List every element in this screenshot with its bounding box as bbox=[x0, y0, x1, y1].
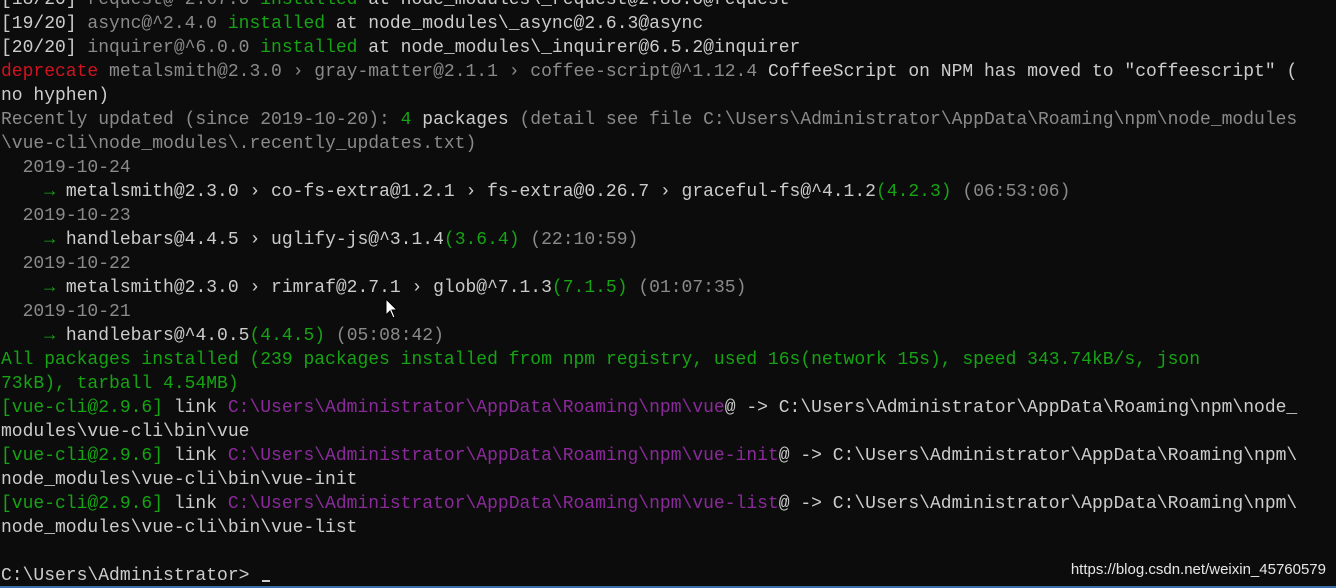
terminal-text-segment: C:\Users\Administrator> bbox=[1, 566, 250, 586]
terminal-line: node_modules\vue-cli\bin\vue-list bbox=[1, 516, 1335, 540]
terminal-text-segment: at node_modules\_request@2.88.0@request bbox=[368, 0, 790, 10]
terminal-text-segment: 2019-10-22 bbox=[1, 254, 131, 274]
text-cursor bbox=[262, 580, 270, 582]
terminal-text-segment: → bbox=[1, 182, 66, 202]
terminal-text-segment: → bbox=[1, 326, 66, 346]
terminal-text-segment: @ -> C:\Users\Administrator\AppData\Roam… bbox=[778, 446, 1298, 466]
terminal-text-segment: (01:07:35) bbox=[627, 278, 747, 298]
terminal-line: modules\vue-cli\bin\vue bbox=[1, 420, 1335, 444]
terminal-text-segment: C:\Users\Administrator\AppData\Roaming\n… bbox=[227, 398, 725, 418]
terminal-text-segment: 73kB), tarball 4.54MB) bbox=[1, 374, 239, 394]
terminal-line: [18/20] request@^2.67.0 installed at nod… bbox=[1, 0, 1335, 12]
terminal-text-segment: request@^2.67.0 bbox=[87, 0, 261, 10]
terminal-line: [vue-cli@2.9.6] link C:\Users\Administra… bbox=[1, 396, 1335, 420]
terminal-text-segment: metalsmith@2.3.0 › rimraf@2.7.1 › glob@^… bbox=[65, 278, 552, 298]
terminal-text-segment: All packages installed (239 packages ins… bbox=[1, 350, 1200, 370]
terminal-line: no hyphen) bbox=[1, 84, 1335, 108]
terminal-text-segment: handlebars@4.4.5 › uglify-js@^3.1.4 bbox=[65, 230, 444, 250]
terminal-text-segment: \vue-cli\node_modules\.recently_updates.… bbox=[1, 134, 477, 154]
terminal-text-segment: (4.2.3) bbox=[875, 182, 952, 202]
terminal-line: → metalsmith@2.3.0 › rimraf@2.7.1 › glob… bbox=[1, 276, 1335, 300]
terminal-line: → handlebars@4.4.5 › uglify-js@^3.1.4(3.… bbox=[1, 228, 1335, 252]
terminal-text-segment: → bbox=[1, 230, 66, 250]
terminal-text-segment: (3.6.4) bbox=[443, 230, 520, 250]
terminal-text-segment: (4.4.5) bbox=[249, 326, 326, 346]
terminal-text-segment: (05:08:42) bbox=[325, 326, 444, 346]
terminal-text-segment: (06:53:06) bbox=[951, 182, 1071, 202]
terminal-line: 2019-10-21 bbox=[1, 300, 1335, 324]
terminal-line: [vue-cli@2.9.6] link C:\Users\Administra… bbox=[1, 492, 1335, 516]
terminal-text-segment: link bbox=[173, 494, 228, 514]
watermark: https://blog.csdn.net/weixin_45760579 bbox=[1070, 561, 1326, 578]
terminal-text-segment: deprecate bbox=[1, 62, 110, 82]
terminal-text-segment: metalsmith@2.3.0 › co-fs-extra@1.2.1 › f… bbox=[65, 182, 876, 202]
terminal-text-segment: handlebars@^4.0.5 bbox=[65, 326, 250, 346]
terminal-line: node_modules\vue-cli\bin\vue-init bbox=[1, 468, 1335, 492]
terminal-text-segment: C:\Users\Administrator\AppData\Roaming\n… bbox=[227, 494, 779, 514]
terminal-text-segment: (22:10:59) bbox=[519, 230, 639, 250]
terminal-text-segment: metalsmith@2.3.0 › gray-matter@2.1.1 › c… bbox=[109, 62, 768, 82]
terminal-text-segment: link bbox=[173, 446, 228, 466]
terminal-text-segment: 4 bbox=[400, 110, 423, 130]
terminal-line: deprecate metalsmith@2.3.0 › gray-matter… bbox=[1, 60, 1335, 84]
terminal-line: Recently updated (since 2019-10-20): 4 p… bbox=[1, 108, 1335, 132]
terminal-text-segment: installed bbox=[260, 0, 369, 10]
terminal-text-segment: [vue-cli@2.9.6] bbox=[1, 446, 174, 466]
terminal-line: [20/20] inquirer@^6.0.0 installed at nod… bbox=[1, 36, 1335, 60]
terminal-line: → handlebars@^4.0.5(4.4.5) (05:08:42) bbox=[1, 324, 1335, 348]
terminal-line: [19/20] async@^2.4.0 installed at node_m… bbox=[1, 12, 1335, 36]
terminal-text-segment: (detail see file C:\Users\Administrator\… bbox=[519, 110, 1298, 130]
terminal-text-segment: installed bbox=[227, 14, 336, 34]
terminal-text-segment: link bbox=[173, 398, 228, 418]
terminal-line: 2019-10-24 bbox=[1, 156, 1335, 180]
terminal-text-segment: async@^2.4.0 bbox=[87, 14, 228, 34]
terminal-text-segment: installed bbox=[260, 38, 369, 58]
terminal-text-segment: [19/20] bbox=[1, 14, 88, 34]
terminal-line: 2019-10-23 bbox=[1, 204, 1335, 228]
terminal-text-segment: (7.1.5) bbox=[551, 278, 628, 298]
terminal-text-segment: modules\vue-cli\bin\vue bbox=[1, 422, 250, 442]
terminal-text-segment: packages bbox=[422, 110, 520, 130]
terminal-line: 2019-10-22 bbox=[1, 252, 1335, 276]
terminal-output[interactable]: [18/20] request@^2.67.0 installed at nod… bbox=[1, 0, 1335, 588]
mouse-pointer-icon bbox=[385, 298, 399, 319]
terminal-text-segment: C:\Users\Administrator\AppData\Roaming\n… bbox=[227, 446, 779, 466]
terminal-text-segment: Recently updated (since 2019-10-20): bbox=[1, 110, 401, 130]
terminal-text-segment: node_modules\vue-cli\bin\vue-init bbox=[1, 470, 358, 490]
terminal-text-segment: → bbox=[1, 278, 66, 298]
terminal-text-segment: no hyphen) bbox=[1, 86, 110, 106]
terminal-text-segment: [vue-cli@2.9.6] bbox=[1, 494, 174, 514]
terminal-text-segment: node_modules\vue-cli\bin\vue-list bbox=[1, 518, 358, 538]
terminal-text-segment: CoffeeScript on NPM has moved to "coffee… bbox=[767, 62, 1298, 82]
terminal-text-segment: 2019-10-21 bbox=[1, 302, 131, 322]
terminal-text-segment: 2019-10-24 bbox=[1, 158, 131, 178]
terminal-line: 73kB), tarball 4.54MB) bbox=[1, 372, 1335, 396]
terminal-line: All packages installed (239 packages ins… bbox=[1, 348, 1335, 372]
terminal-text-segment: @ -> C:\Users\Administrator\AppData\Roam… bbox=[724, 398, 1298, 418]
terminal-text-segment: at node_modules\_async@2.6.3@async bbox=[335, 14, 704, 34]
terminal-text-segment: [18/20] bbox=[1, 0, 88, 10]
terminal-text-segment: inquirer@^6.0.0 bbox=[87, 38, 261, 58]
terminal-text-segment: [vue-cli@2.9.6] bbox=[1, 398, 174, 418]
terminal-text-segment: @ -> C:\Users\Administrator\AppData\Roam… bbox=[778, 494, 1298, 514]
terminal-text-segment: [20/20] bbox=[1, 38, 88, 58]
terminal-text-segment: 2019-10-23 bbox=[1, 206, 131, 226]
terminal-line: → metalsmith@2.3.0 › co-fs-extra@1.2.1 ›… bbox=[1, 180, 1335, 204]
terminal-line: \vue-cli\node_modules\.recently_updates.… bbox=[1, 132, 1335, 156]
terminal-text-segment: at node_modules\_inquirer@6.5.2@inquirer bbox=[368, 38, 801, 58]
terminal-line: [vue-cli@2.9.6] link C:\Users\Administra… bbox=[1, 444, 1335, 468]
